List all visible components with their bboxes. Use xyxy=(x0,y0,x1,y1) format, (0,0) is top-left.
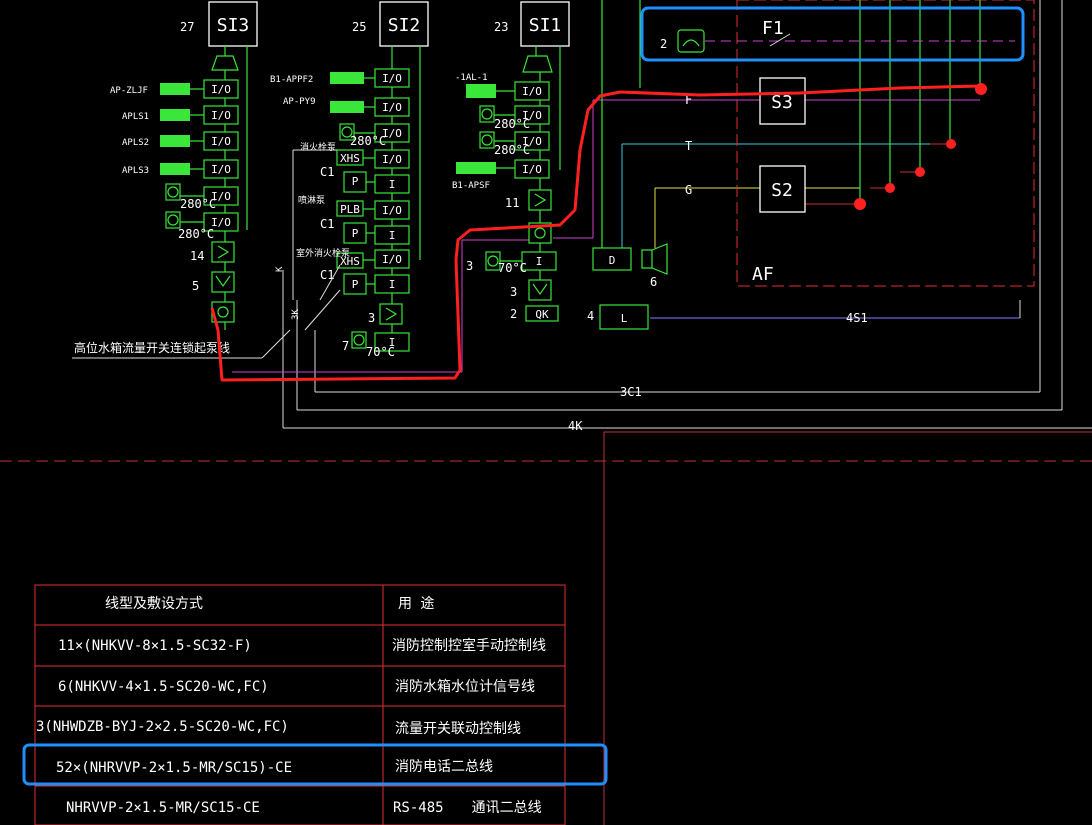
svg-text:室外消火栓泵: 室外消火栓泵 xyxy=(296,247,350,259)
svg-text:喷淋泵: 喷淋泵 xyxy=(298,194,325,206)
svg-text:280°C: 280°C xyxy=(350,134,386,148)
svg-text:4K: 4K xyxy=(568,419,583,433)
svg-text:I/O: I/O xyxy=(522,163,542,176)
svg-text:I/O: I/O xyxy=(211,135,231,148)
svg-text:I/O: I/O xyxy=(382,204,402,217)
si2-io-modules: I/O I/O I/O I/O I I/O I I/O I I B1-APPF2… xyxy=(270,68,410,359)
tag-b1-apsf: B1-APSF xyxy=(452,181,490,191)
svg-text:2: 2 xyxy=(660,37,667,51)
panel-si2-label: SI2 xyxy=(388,15,421,36)
svg-text:70°C: 70°C xyxy=(366,345,395,359)
svg-text:I: I xyxy=(389,278,396,291)
tag-ap-py9: AP-PY9 xyxy=(283,97,316,107)
svg-text:I/O: I/O xyxy=(211,109,231,122)
svg-text:3: 3 xyxy=(368,311,375,325)
table-header-type: 线型及敷设方式 xyxy=(105,596,203,612)
svg-text:4S1: 4S1 xyxy=(846,311,868,325)
svg-text:I: I xyxy=(389,178,396,191)
svg-text:P: P xyxy=(352,227,359,240)
frame-lines xyxy=(603,431,1092,825)
svg-text:T: T xyxy=(685,139,692,153)
table-row-5-use: RS-485 通讯二总线 xyxy=(393,800,542,816)
table-row-2-use: 消防水箱水位计信号线 xyxy=(395,679,535,695)
svg-text:280°C: 280°C xyxy=(178,227,214,241)
svg-text:280°C: 280°C xyxy=(180,197,216,211)
svg-text:I: I xyxy=(389,229,396,242)
svg-text:P: P xyxy=(352,278,359,291)
tag-ap-zljf: AP-ZLJF xyxy=(110,86,148,96)
svg-text:I/O: I/O xyxy=(382,72,402,85)
svg-text:C1: C1 xyxy=(320,165,334,179)
svg-text:I: I xyxy=(536,255,543,268)
red-annotation-path xyxy=(210,84,981,382)
svg-text:L: L xyxy=(621,312,628,325)
tag-b1-appf2: B1-APPF2 xyxy=(270,75,313,85)
svg-text:280°C: 280°C xyxy=(494,143,530,157)
f1-label: F1 xyxy=(762,18,784,39)
svg-text:G: G xyxy=(685,183,692,197)
svg-text:C1: C1 xyxy=(320,268,334,282)
table-header-use: 用 途 xyxy=(398,595,434,612)
svg-text:QK: QK xyxy=(535,308,549,321)
table-row-3-type: 3(NHWDZB-BYJ-2×2.5-SC20-WC,FC) xyxy=(36,719,289,735)
svg-text:I/O: I/O xyxy=(382,153,402,166)
svg-text:4: 4 xyxy=(587,309,594,323)
svg-text:消火栓泵: 消火栓泵 xyxy=(300,141,336,153)
tag-apls1: APLS1 xyxy=(122,112,149,122)
svg-text:6: 6 xyxy=(650,275,657,289)
legend-table: 线型及敷设方式 用 途 11×(NHKVV-8×1.5-SC32-F) 消防控制… xyxy=(34,584,566,825)
svg-text:PLB: PLB xyxy=(340,203,360,216)
svg-text:I/O: I/O xyxy=(211,163,231,176)
panel-si3-label: SI3 xyxy=(217,15,250,36)
svg-text:C1: C1 xyxy=(320,217,334,231)
schematic-canvas: SI3 27 I/O I/O I/O I/O I/O I/O AP-ZLJF A… xyxy=(0,0,1092,825)
tag-apls3: APLS3 xyxy=(122,166,149,176)
svg-text:5: 5 xyxy=(192,279,199,293)
svg-text:3: 3 xyxy=(510,285,517,299)
panel-si2-num: 25 xyxy=(352,20,366,34)
callout: 高位水箱流量开关连锁起泵线 xyxy=(72,329,291,359)
s2-label: S2 xyxy=(771,180,793,201)
callout-text: 高位水箱流量开关连锁起泵线 xyxy=(74,340,230,355)
table-row-5-type: NHRVVP-2×1.5-MR/SC15-CE xyxy=(66,800,260,816)
tag-apls2: APLS2 xyxy=(122,138,149,148)
svg-text:I/O: I/O xyxy=(382,253,402,266)
svg-text:3K: 3K xyxy=(291,309,301,320)
si1-io-modules: I/O I/O I/O I/O -1AL-1 280°C 280°C B1-AP… xyxy=(452,73,559,322)
svg-text:11: 11 xyxy=(505,196,519,210)
svg-text:XHS: XHS xyxy=(340,152,360,165)
svg-text:3: 3 xyxy=(466,259,473,273)
svg-text:I/O: I/O xyxy=(211,83,231,96)
svg-text:AF: AF xyxy=(752,264,774,285)
svg-text:K: K xyxy=(275,266,285,272)
svg-text:280°C: 280°C xyxy=(494,117,530,131)
tag-1al-1: -1AL-1 xyxy=(455,73,488,83)
svg-text:I/O: I/O xyxy=(382,101,402,114)
svg-text:14: 14 xyxy=(190,249,204,263)
table-row-2-type: 6(NHKVV-4×1.5-SC20-WC,FC) xyxy=(58,679,269,695)
table-row-1-use: 消防控制控室手动控制线 xyxy=(392,637,546,654)
s3-label: S3 xyxy=(771,92,793,113)
panel-si3-num: 27 xyxy=(180,20,194,34)
si3-io-modules: I/O I/O I/O I/O I/O I/O AP-ZLJF APLS1 AP… xyxy=(110,79,239,323)
right-block: AF S3 S2 F T G D 6 L 4 4S1 3C1 4K 2 F1 xyxy=(568,0,1035,433)
panel-si1-num: 23 xyxy=(494,20,508,34)
svg-text:70°C: 70°C xyxy=(498,261,527,275)
table-row-4-use: 消防电话二总线 xyxy=(395,759,493,775)
svg-text:D: D xyxy=(609,254,616,267)
table-row-3-use: 流量开关联动控制线 xyxy=(395,721,521,737)
table-row-4-type: 52×(NHRVVP-2×1.5-MR/SC15)-CE xyxy=(56,760,292,776)
panel-si1-label: SI1 xyxy=(529,15,562,36)
svg-text:3C1: 3C1 xyxy=(620,385,642,399)
svg-text:2: 2 xyxy=(510,307,517,321)
svg-text:P: P xyxy=(352,175,359,188)
table-row-1-type: 11×(NHKVV-8×1.5-SC32-F) xyxy=(58,638,252,654)
svg-text:I/O: I/O xyxy=(522,85,542,98)
svg-text:7: 7 xyxy=(342,339,349,353)
